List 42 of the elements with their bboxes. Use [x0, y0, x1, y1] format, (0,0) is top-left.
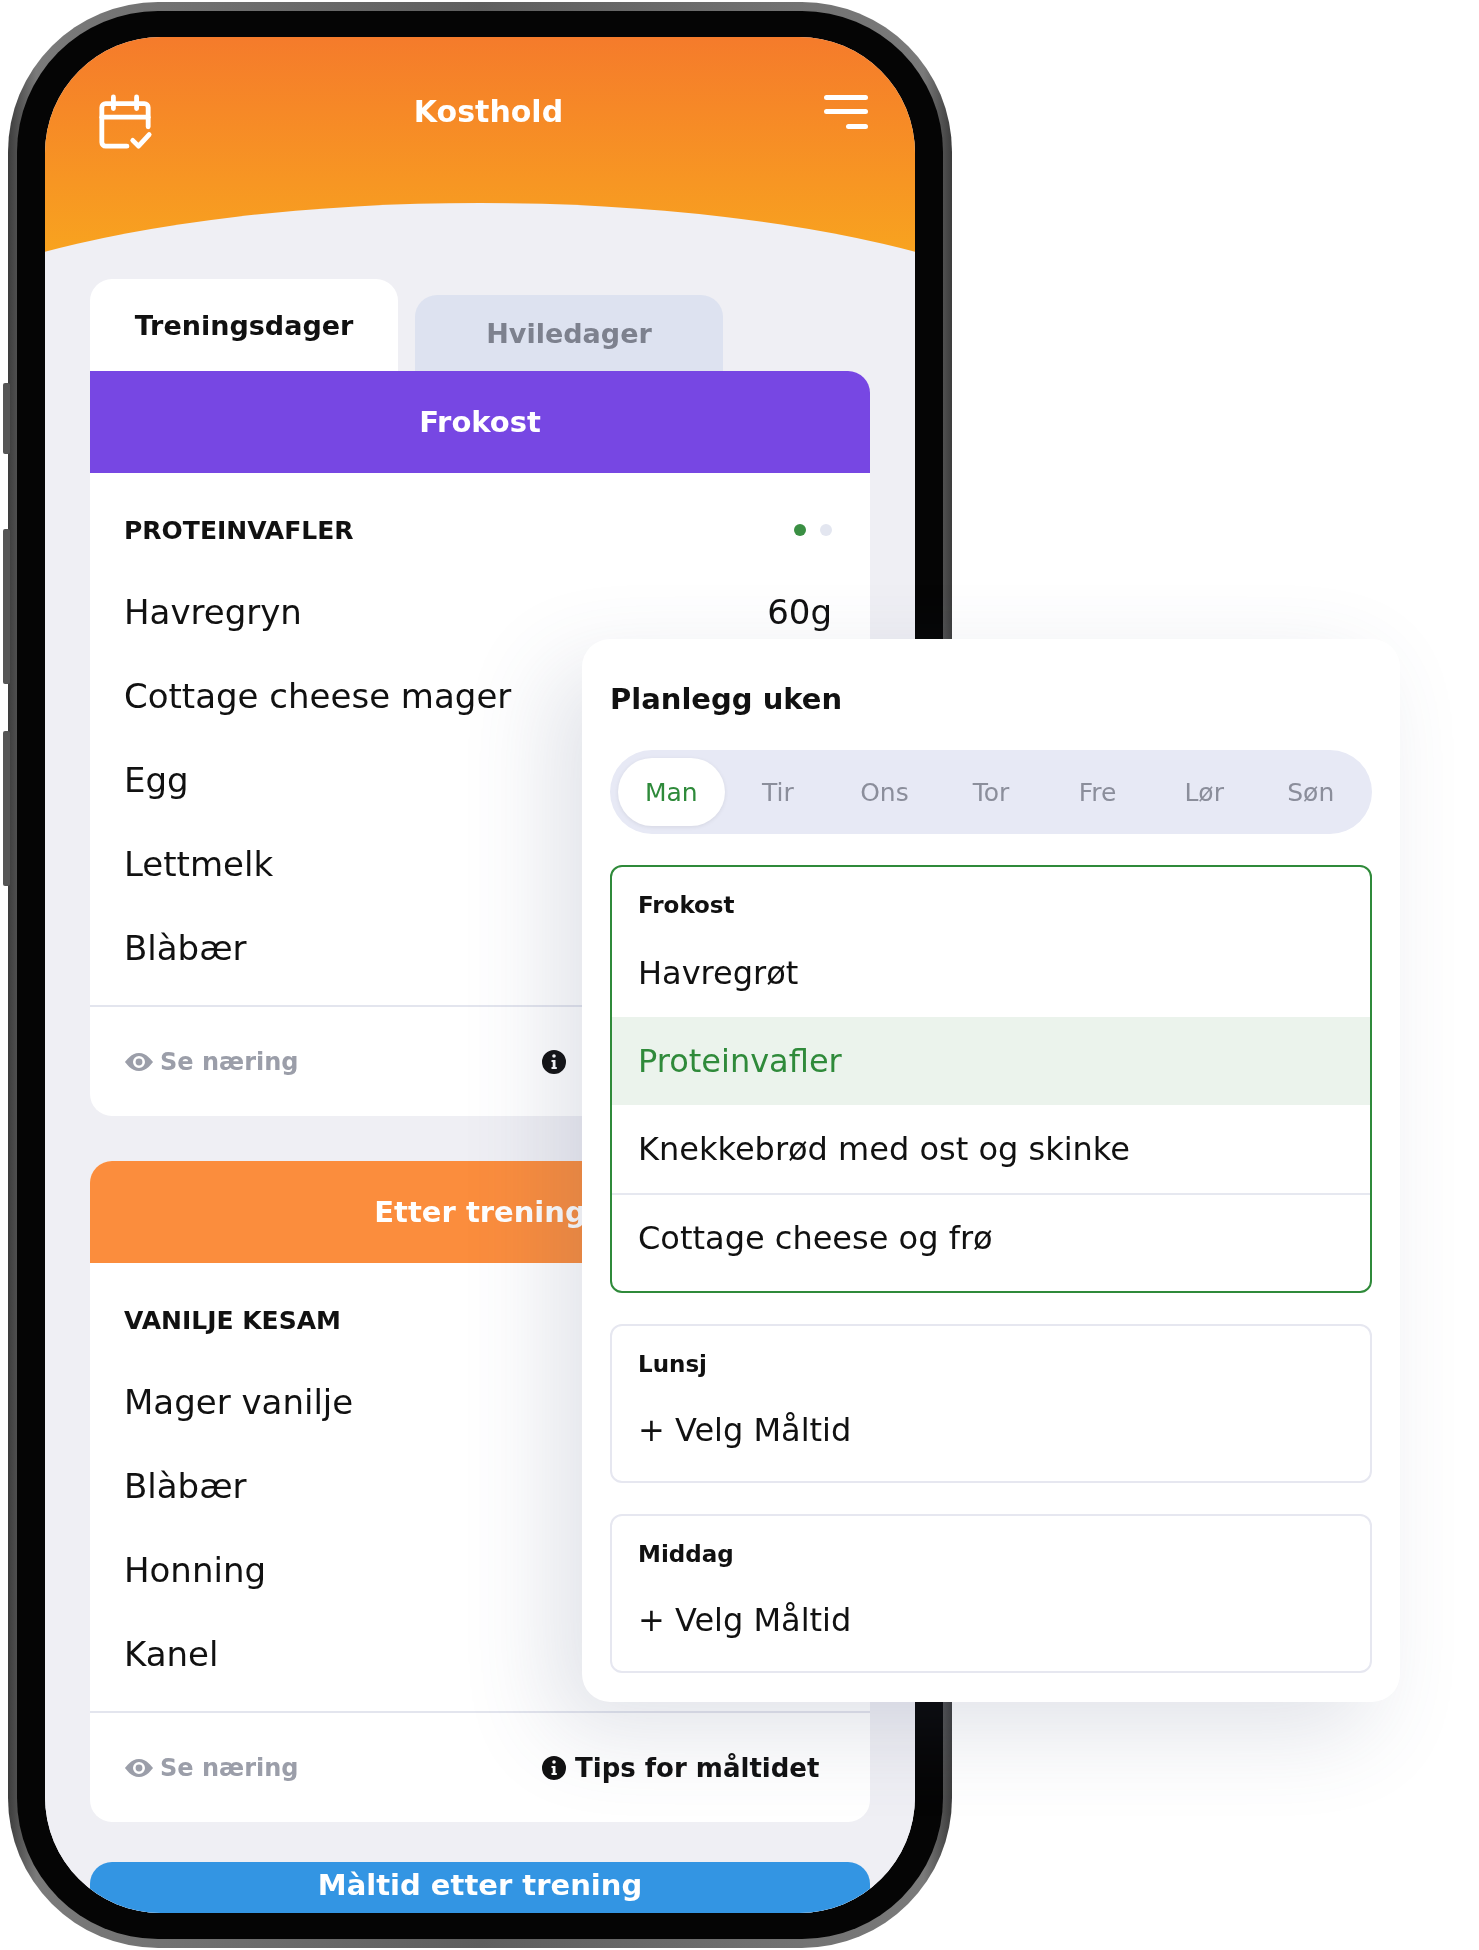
day-tab[interactable]: Tor	[937, 758, 1045, 826]
ingredient-name: Blàbær	[124, 928, 247, 968]
ingredient-name: Kanel	[124, 1634, 219, 1674]
slot-title: Middag	[637, 1540, 735, 1569]
info-icon	[542, 1755, 566, 1780]
tips-link[interactable]: Tips for måltidet	[542, 1752, 820, 1783]
day-tab[interactable]: Søn	[1257, 758, 1365, 826]
card-header: Màltid etter trening	[90, 1862, 870, 1913]
tab[interactable]: Treningsdager	[90, 279, 398, 371]
ingredient-name: Egg	[124, 760, 189, 800]
ingredient-name: Cottage cheese mager	[124, 676, 512, 716]
meal-option[interactable]: Cottage cheese og frø	[612, 1193, 1370, 1281]
nutrition-link[interactable]: Se næring	[124, 1753, 299, 1782]
app-title: Kosthold	[413, 93, 564, 131]
tab[interactable]: Hviledager	[415, 295, 723, 371]
eye-icon	[124, 1757, 154, 1778]
day-tab[interactable]: Tir	[724, 758, 832, 826]
day-tab[interactable]: Ons	[831, 758, 938, 826]
recipe-name: PROTEINVAFLER	[124, 515, 354, 545]
ingredient-name: Honning	[124, 1550, 267, 1590]
menu-icon[interactable]	[824, 95, 868, 129]
panel-title: Planlegg uken	[610, 681, 844, 718]
meal-option[interactable]: Havregrøt	[612, 929, 1370, 1017]
add-meal-link[interactable]: + Velg Måltid	[612, 1576, 1370, 1664]
ingredient-name: Havregryn	[124, 592, 302, 632]
slot-title: Frokost	[637, 891, 736, 920]
ingredient-amount: 60g	[767, 592, 832, 632]
eye-icon	[124, 1051, 154, 1072]
ingredient-name: Lettmelk	[124, 844, 274, 884]
recipe-name: VANILJE KESAM	[124, 1305, 341, 1335]
info-icon[interactable]	[542, 1049, 566, 1074]
add-meal-link[interactable]: + Velg Måltid	[612, 1386, 1370, 1474]
calendar-check-icon[interactable]	[97, 92, 153, 152]
card-header: Frokost	[90, 371, 870, 473]
meal-option[interactable]: Proteinvafler	[612, 1017, 1370, 1105]
day-tab[interactable]: Man	[618, 758, 725, 826]
ingredient-name: Blàbær	[124, 1466, 247, 1506]
slot-title: Lunsj	[637, 1350, 708, 1379]
ingredient-name: Mager vanilje	[124, 1382, 354, 1422]
nutrition-link[interactable]: Se næring	[124, 1047, 299, 1076]
day-tab[interactable]: Fre	[1044, 758, 1151, 826]
day-tab[interactable]: Lør	[1150, 758, 1258, 826]
